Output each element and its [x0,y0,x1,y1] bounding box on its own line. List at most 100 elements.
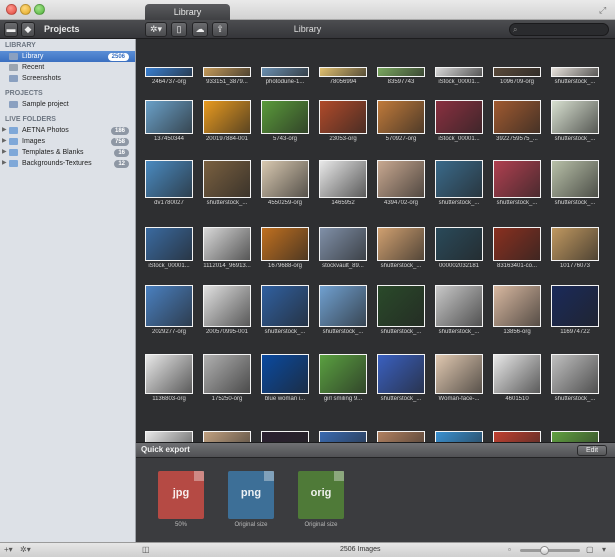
projects-label[interactable]: Projects [44,23,80,36]
thumbnail-cell[interactable] [198,411,256,442]
thumbnail-image[interactable] [203,227,251,261]
sidebar-item-aetna-photos[interactable]: ▶ AETNA Photos 186 [0,125,135,136]
thumbnail-image[interactable] [145,431,193,442]
fullscreen-icon[interactable]: ⤢ [599,5,609,15]
thumbnail-cell[interactable]: 5743-org [256,84,314,150]
sidebar-item-recent[interactable]: Recent [0,62,135,73]
thumbnail-image[interactable] [493,100,541,134]
thumbnail-cell[interactable]: shutterstock_... [546,148,604,214]
thumbnail-image[interactable] [493,227,541,261]
thumbnail-image[interactable] [551,354,599,394]
thumbnail-cell[interactable]: shutterstock_... [546,344,604,410]
thumbnail-image[interactable] [145,100,193,134]
thumbnail-image[interactable] [261,431,309,442]
thumbnail-cell[interactable]: 137450344 [140,84,198,150]
thumbnail-cell[interactable]: 4550259-org [256,148,314,214]
minimize-window-button[interactable] [20,4,31,15]
thumbnail-cell[interactable]: 200197884-001 [198,84,256,150]
folder-view-button[interactable]: ▬ [4,22,18,37]
thumbnail-cell[interactable]: 1465952 [314,148,372,214]
thumbnail-image[interactable] [377,285,425,327]
thumbnail-cell[interactable]: 200570995-001 [198,277,256,343]
thumbnail-image[interactable] [435,100,483,134]
thumbnail-cell[interactable]: 000002032181 [430,211,488,277]
thumbnail-cell[interactable]: shutterstock_... [430,148,488,214]
thumbnail-cell[interactable]: 13856-org [488,277,546,343]
export-orig-button[interactable]: orig Original size [298,471,346,528]
thumbnail-image[interactable] [551,431,599,442]
tag-button[interactable]: ◆ [21,22,35,37]
thumbnail-cell[interactable]: blue woman i... [256,344,314,410]
search-input[interactable]: ⌕ [509,23,609,36]
thumbnail-cell[interactable]: girl smiling 9... [314,344,372,410]
thumbnail-image[interactable] [203,67,251,77]
close-window-button[interactable] [6,4,17,15]
thumbnail-image[interactable] [145,67,193,77]
sidebar-item-backgrounds-textures[interactable]: ▶ Backgrounds-Textures 12 [0,158,135,169]
sidebar-item-library[interactable]: Library 2506 [0,51,135,62]
thumbnail-image[interactable] [319,354,367,394]
thumbnail-image[interactable] [319,160,367,198]
thumbnail-image[interactable] [261,67,309,77]
thumbnail-image[interactable] [319,67,367,77]
thumbnail-image[interactable] [435,227,483,261]
zoom-window-button[interactable] [34,4,45,15]
thumbnail-image[interactable] [145,354,193,394]
thumbnail-cell[interactable]: 3922759575_... [488,84,546,150]
thumbnail-image[interactable] [551,227,599,261]
thumbnail-image[interactable] [435,431,483,442]
share-button[interactable]: ⇪ [212,22,228,37]
thumbnail-image[interactable] [551,160,599,198]
disclosure-triangle-icon[interactable]: ▶ [2,136,7,147]
sidebar-item-images[interactable]: ▶ Images 758 [0,136,135,147]
thumbnail-cell[interactable]: 101776073 [546,211,604,277]
thumbnail-image[interactable] [261,160,309,198]
thumbnail-image[interactable] [319,227,367,261]
thumbnail-image[interactable] [493,431,541,442]
thumbnail-image[interactable] [319,285,367,327]
thumbnail-image[interactable] [551,67,599,77]
thumbnail-image[interactable] [203,354,251,394]
thumbnail-cell[interactable]: 570927-org [372,84,430,150]
thumbnail-image[interactable] [203,100,251,134]
thumbnail-cell[interactable]: shutterstock_... [488,148,546,214]
thumbnail-cell[interactable] [430,411,488,442]
image-grid[interactable]: 2464737-org 933151_3879... photodune-1... 7… [136,39,615,442]
thumbnail-cell[interactable]: Woman-face-... [430,344,488,410]
thumbnail-image[interactable] [377,354,425,394]
zoom-slider-track[interactable] [520,549,580,552]
add-button[interactable]: +▾ [4,545,13,555]
thumbnail-cell[interactable]: shutterstock_... [372,211,430,277]
thumbnail-cell[interactable]: shutterstock_... [546,84,604,150]
thumbnail-cell[interactable] [546,411,604,442]
thumbnail-image[interactable] [203,285,251,327]
thumbnail-cell[interactable] [140,411,198,442]
thumbnail-image[interactable] [203,431,251,442]
thumbnail-image[interactable] [435,67,483,77]
new-document-button[interactable]: ▯ [171,22,187,37]
thumbnail-cell[interactable]: shutterstock_... [256,277,314,343]
thumbnail-cell[interactable]: shutterstock_... [372,277,430,343]
menu-icon[interactable]: ▾ [602,545,606,555]
thumbnail-image[interactable] [261,227,309,261]
thumbnail-cell[interactable] [372,411,430,442]
thumbnail-image[interactable] [377,160,425,198]
sidebar-item-screenshots[interactable]: Screenshots [0,73,135,84]
window-tab[interactable]: Library [145,4,230,20]
thumbnail-cell[interactable]: stockvault_89... [314,211,372,277]
thumbnail-cell[interactable]: iStock_00001... [430,84,488,150]
thumbnail-image[interactable] [145,160,193,198]
thumbnail-cell[interactable]: dv1780027 [140,148,198,214]
thumbnail-image[interactable] [377,227,425,261]
thumbnail-image[interactable] [145,227,193,261]
thumbnail-cell[interactable] [488,411,546,442]
thumbnail-image[interactable] [493,285,541,327]
thumbnail-cell[interactable] [256,411,314,442]
thumbnail-image[interactable] [203,160,251,198]
settings-dropdown-button[interactable]: ✲▾ [145,22,167,37]
thumbnail-image[interactable] [377,100,425,134]
thumbnail-cell[interactable]: shutterstock_... [430,277,488,343]
thumbnail-cell[interactable]: 83163401-co... [488,211,546,277]
disclosure-triangle-icon[interactable]: ▶ [2,125,7,136]
thumbnail-image[interactable] [261,100,309,134]
